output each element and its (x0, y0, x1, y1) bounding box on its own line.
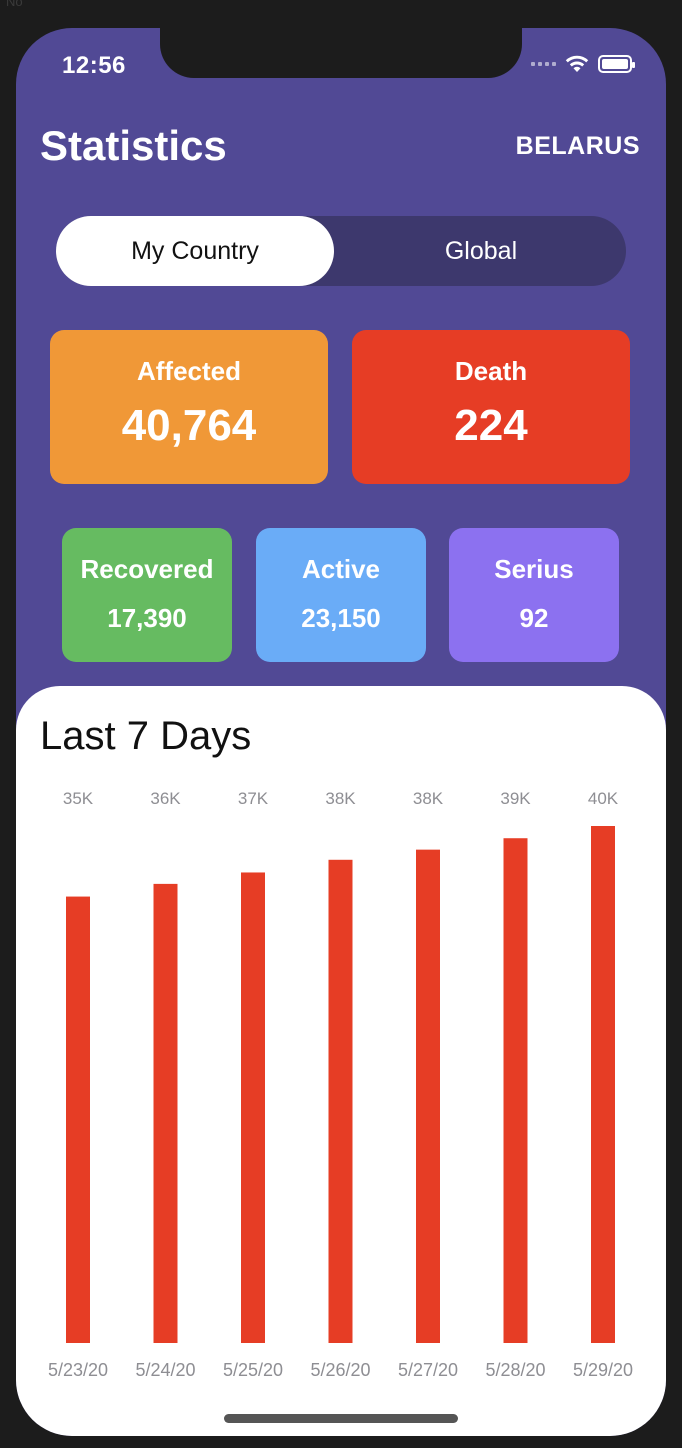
serius-card: Serius 92 (449, 528, 619, 662)
bar-5/23/20 (66, 896, 90, 1343)
death-card: Death 224 (352, 330, 630, 484)
bar-value-label: 38K (413, 789, 444, 808)
page-title: Statistics (40, 122, 227, 169)
bar-value-label: 39K (500, 789, 531, 808)
active-label: Active (301, 554, 381, 584)
scope-segmented-control: My Country Global (56, 216, 626, 286)
last-7-days-chart: 35K 5/23/20 36K 5/24/20 37K 5/25/20 38K 5/26/20… (48, 789, 633, 1380)
x-tick-label: 5/27/20 (398, 1360, 458, 1380)
affected-label: Affected (136, 356, 241, 386)
home-indicator[interactable] (224, 1414, 458, 1423)
signal-icon (531, 62, 556, 66)
bar-value-label: 35K (63, 789, 94, 808)
x-tick-label: 5/28/20 (485, 1360, 545, 1380)
bar-5/29/20 (591, 826, 615, 1343)
bar-value-label: 37K (238, 789, 269, 808)
bar-5/28/20 (503, 838, 528, 1343)
battery-icon (598, 55, 635, 73)
active-value: 23,150 (301, 603, 381, 633)
corner-label: No (6, 0, 23, 9)
recovered-value: 17,390 (107, 603, 187, 633)
bar-5/27/20 (416, 849, 440, 1343)
bar-5/24/20 (153, 883, 178, 1343)
serius-label: Serius (494, 554, 574, 584)
tab-my-country[interactable]: My Country (56, 216, 334, 286)
affected-card: Affected 40,764 (50, 330, 328, 484)
notch (160, 28, 522, 78)
x-tick-label: 5/25/20 (223, 1360, 283, 1380)
bar-value-label: 36K (150, 789, 181, 808)
bar-5/26/20 (328, 859, 353, 1343)
x-tick-label: 5/23/20 (48, 1360, 108, 1380)
last-7-days-panel: 35K 5/23/20 36K 5/24/20 37K 5/25/20 38K 5/26/20… (16, 686, 666, 1436)
bar-value-label: 38K (325, 789, 356, 808)
death-label: Death (454, 356, 528, 386)
wifi-icon (565, 55, 589, 72)
x-tick-label: 5/29/20 (573, 1360, 633, 1380)
recovered-card: Recovered 17,390 (62, 528, 232, 662)
x-tick-label: 5/26/20 (310, 1360, 370, 1380)
serius-value: 92 (519, 603, 549, 633)
status-time: 12:56 (62, 52, 126, 79)
phone-screen: 12:56 Statistics BELARUS My Country Glob… (16, 28, 666, 1436)
active-card: Active 23,150 (256, 528, 426, 662)
x-tick-label: 5/24/20 (135, 1360, 195, 1380)
bar-5/25/20 (241, 872, 265, 1343)
recovered-label: Recovered (80, 554, 214, 584)
country-selector[interactable]: BELARUS (516, 132, 640, 161)
bar-value-label: 40K (588, 789, 619, 808)
tab-global[interactable]: Global (342, 216, 620, 286)
affected-value: 40,764 (121, 401, 257, 450)
status-icons (531, 54, 635, 74)
death-value: 224 (454, 401, 528, 450)
panel-title: Last 7 Days (40, 714, 252, 758)
